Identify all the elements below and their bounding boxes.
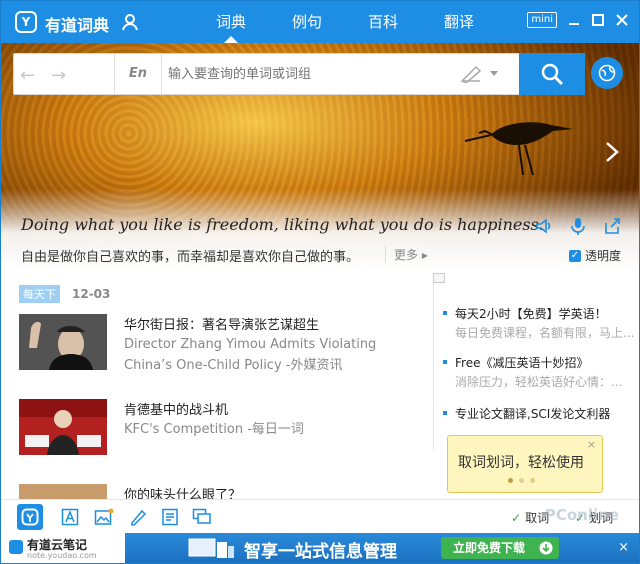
history-nav: ← → xyxy=(20,65,66,86)
close-icon[interactable]: × xyxy=(587,438,596,451)
tab-encyclopedia[interactable]: 百科 xyxy=(345,1,421,43)
microphone-icon[interactable] xyxy=(569,217,587,235)
dropdown-caret-icon[interactable] xyxy=(490,71,498,76)
tab-examples[interactable]: 例句 xyxy=(269,1,345,43)
checkbox-checked-icon: ✓ xyxy=(569,249,581,262)
bullet-icon xyxy=(443,411,447,415)
close-icon[interactable]: × xyxy=(618,540,629,555)
app-title: 有道词典 xyxy=(45,16,110,35)
search-input[interactable] xyxy=(168,63,448,85)
news-title: 华尔街日报：著名导演张艺谋超生 xyxy=(124,318,320,333)
sidebar-item-desc: 每日免费课程，名额有限，马上... xyxy=(455,326,635,340)
handwriting-icon[interactable] xyxy=(460,65,482,83)
news-thumbnail xyxy=(19,314,107,370)
forward-arrow-icon[interactable]: → xyxy=(51,65,66,86)
sidebar-item-title: Free《减压英语十妙招》 xyxy=(455,356,589,370)
chat-icon xyxy=(192,508,211,524)
free-download-button[interactable]: 立即免费下载 xyxy=(441,537,559,559)
free-download-label: 立即免费下载 xyxy=(453,541,526,555)
news-date-row: 每天下 12-03 xyxy=(19,285,110,303)
download-icon xyxy=(539,541,553,555)
chat-button[interactable] xyxy=(189,504,215,530)
ad-indicator-icon xyxy=(433,273,445,283)
dictionary-mode-button[interactable] xyxy=(17,504,43,530)
web-search-button[interactable] xyxy=(591,57,623,89)
search-icon xyxy=(541,63,564,86)
sidebar-item-title: 专业论文翻译,SCI发论文利器 xyxy=(455,407,611,421)
user-icon[interactable] xyxy=(121,13,139,31)
news-title: 肯德基中的战斗机 xyxy=(124,403,229,418)
news-subtitle: Director Zhang Yimou Admits Violating Ch… xyxy=(124,337,377,373)
tip-text: 取词划词，轻松使用 xyxy=(458,455,584,471)
quci-toggle[interactable]: ✓ 取词 xyxy=(511,509,549,526)
date-badge: 每天下 xyxy=(19,285,60,303)
share-icon[interactable] xyxy=(603,217,621,235)
news-item[interactable]: 肯德基中的战斗机 KFC's Competition -每日一词 xyxy=(19,399,419,457)
tab-translate[interactable]: 翻译 xyxy=(421,1,497,43)
daily-quote-chinese: 自由是做你自己喜欢的事，而幸福却是喜欢你自己做的事。 xyxy=(21,250,360,265)
sidebar-item-title: 每天2小时【免费】学英语！ xyxy=(455,307,607,321)
language-selector[interactable]: En xyxy=(114,54,162,94)
back-arrow-icon[interactable]: ← xyxy=(20,65,35,86)
wordbook-button[interactable] xyxy=(157,504,183,530)
pager-dot[interactable] xyxy=(530,478,535,483)
maximize-icon[interactable] xyxy=(591,13,605,27)
checkmark-icon: ✓ xyxy=(511,510,522,525)
ad-banner[interactable]: 有道云笔记 note.youdao.com 智享一站式信息管理 立即免费下载 × xyxy=(1,533,639,563)
search-bar: ← → En xyxy=(13,53,585,95)
search-button[interactable] xyxy=(519,53,585,95)
transparency-toggle[interactable]: ✓ 透明度 xyxy=(569,247,621,264)
pager-dot[interactable] xyxy=(519,478,524,483)
youdao-logo-icon: Y xyxy=(15,11,37,33)
main-nav: 词典 例句 百科 翻译 xyxy=(193,1,497,43)
title-bar: Y 有道词典 词典 例句 百科 翻译 mini xyxy=(1,1,639,43)
ad-slogan: 智享一站式信息管理 xyxy=(244,542,397,562)
bird-silhouette-icon xyxy=(464,122,573,176)
text-translate-button[interactable] xyxy=(57,504,83,530)
tip-pager xyxy=(508,478,535,483)
next-image-icon[interactable] xyxy=(605,141,619,163)
news-thumbnail xyxy=(19,399,107,455)
minimize-icon[interactable] xyxy=(567,13,581,27)
more-link-label: 更多 xyxy=(394,248,419,262)
tip-popup: × 取词划词，轻松使用 xyxy=(447,435,603,493)
bottom-toolbar: ✓ 取词 ✓ 划词 xyxy=(1,499,639,533)
column-divider xyxy=(433,281,434,451)
speaker-icon[interactable] xyxy=(535,217,553,235)
window-controls: mini xyxy=(527,12,629,28)
news-item[interactable]: 你的味头什么眼了？ xyxy=(19,484,419,500)
bullet-icon xyxy=(443,311,447,315)
youdao-note-url: note.youdao.com xyxy=(27,551,97,560)
sidebar-item-desc: 消除压力，轻松英语好心情：... xyxy=(455,375,623,389)
mini-mode-button[interactable]: mini xyxy=(527,12,557,28)
tab-dictionary[interactable]: 词典 xyxy=(193,1,269,43)
news-title: 你的味头什么眼了？ xyxy=(124,488,242,500)
letter-a-icon xyxy=(61,508,79,526)
transparency-label: 透明度 xyxy=(585,249,622,263)
watermark-text: PConline xyxy=(544,506,619,524)
news-subtitle: KFC's Competition -每日一词 xyxy=(124,422,304,437)
news-thumbnail xyxy=(19,484,107,500)
daily-quote-english: Doing what you like is freedom, liking w… xyxy=(21,215,544,234)
close-icon[interactable] xyxy=(615,13,629,27)
bullet-icon xyxy=(443,360,447,364)
wordbook-icon xyxy=(162,508,178,526)
youdao-note-icon xyxy=(9,540,23,554)
news-item[interactable]: 华尔街日报：著名导演张艺谋超生 Director Zhang Yimou Adm… xyxy=(19,314,419,373)
news-date: 12-03 xyxy=(72,287,111,301)
image-icon xyxy=(94,508,114,525)
image-translate-button[interactable] xyxy=(91,504,117,530)
pager-dot[interactable] xyxy=(508,478,513,483)
handwriting-button[interactable] xyxy=(125,504,151,530)
pen-icon xyxy=(131,509,147,526)
dictionary-window: Y 有道词典 词典 例句 百科 翻译 mini ← → En 输入要查询的单词或… xyxy=(0,0,640,564)
youdao-note-logo: 有道云笔记 note.youdao.com xyxy=(1,533,125,563)
more-link[interactable]: 更多 ▸ xyxy=(385,246,428,263)
quote-tools xyxy=(535,217,621,235)
youdao-logo-icon xyxy=(21,508,39,526)
devices-icon xyxy=(188,538,234,558)
globe-icon xyxy=(598,64,616,82)
